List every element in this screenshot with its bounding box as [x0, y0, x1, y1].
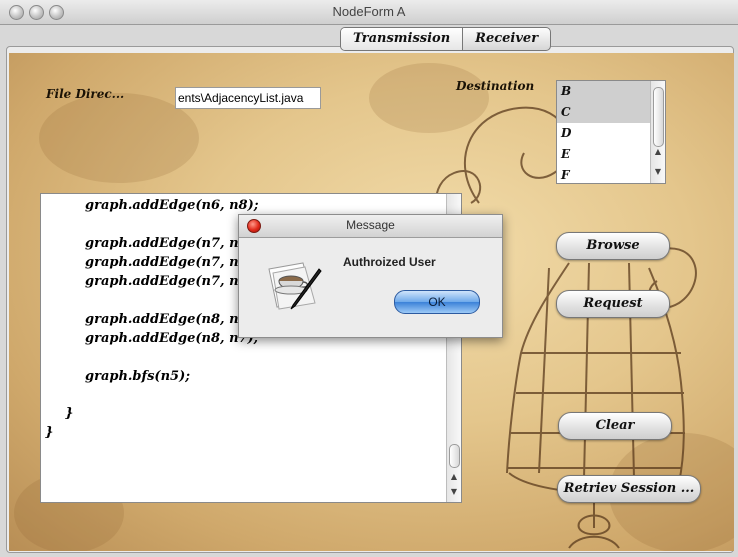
window-title-bar: NodeForm A — [0, 0, 738, 25]
code-line: graph.addEdge(n6, n8); — [85, 198, 259, 213]
tab-transmission[interactable]: Transmission — [341, 28, 464, 50]
code-line: graph.bfs(n5); — [85, 369, 191, 384]
code-line: graph.addEdge(n8, n6); — [85, 312, 259, 327]
destination-list-scrollbar[interactable]: ▲ ▼ — [650, 81, 665, 183]
file-directory-label: File Direc... — [46, 87, 125, 101]
destination-list[interactable]: B C D E F ▲ ▼ — [556, 80, 666, 184]
code-line: } — [45, 425, 54, 440]
code-line: graph.addEdge(n7, n5); — [85, 236, 259, 251]
list-item[interactable]: F — [557, 165, 665, 183]
scroll-down-arrow-icon[interactable]: ▼ — [653, 167, 663, 176]
tab-bar: Transmission Receiver — [340, 27, 552, 51]
window-title: NodeForm A — [332, 4, 406, 19]
ok-button[interactable]: OK — [394, 290, 480, 314]
scrollbar-thumb[interactable] — [449, 444, 460, 468]
message-dialog: Message Authroized User OK — [238, 214, 503, 338]
retrieve-session-button[interactable]: Retriev Session ... — [557, 475, 701, 503]
scroll-down-arrow-icon[interactable]: ▼ — [449, 487, 459, 496]
code-line: } — [65, 406, 74, 421]
coffee-cup-pen-icon — [268, 262, 322, 310]
scrollbar-thumb[interactable] — [653, 87, 664, 147]
code-line: graph.addEdge(n7, n6); — [85, 255, 259, 270]
list-item[interactable]: B — [557, 81, 665, 102]
file-path-field[interactable]: ents\AdjacencyList.java — [175, 87, 321, 109]
dialog-title: Message — [346, 218, 395, 232]
dialog-message: Authroized User — [343, 255, 436, 269]
code-line: graph.addEdge(n7, n8); — [85, 274, 259, 289]
list-item[interactable]: C — [557, 102, 665, 123]
tab-receiver[interactable]: Receiver — [463, 28, 550, 50]
code-line: graph.addEdge(n8, n7); — [85, 331, 259, 346]
destination-label: Destination — [456, 79, 535, 93]
scroll-up-arrow-icon[interactable]: ▲ — [449, 472, 459, 481]
list-item[interactable]: E — [557, 144, 665, 165]
browse-button[interactable]: Browse — [556, 232, 670, 260]
list-item[interactable]: D — [557, 123, 665, 144]
request-button[interactable]: Request — [556, 290, 670, 318]
dialog-title-bar: Message — [239, 215, 502, 238]
clear-button[interactable]: Clear — [558, 412, 672, 440]
scroll-up-arrow-icon[interactable]: ▲ — [653, 147, 663, 156]
